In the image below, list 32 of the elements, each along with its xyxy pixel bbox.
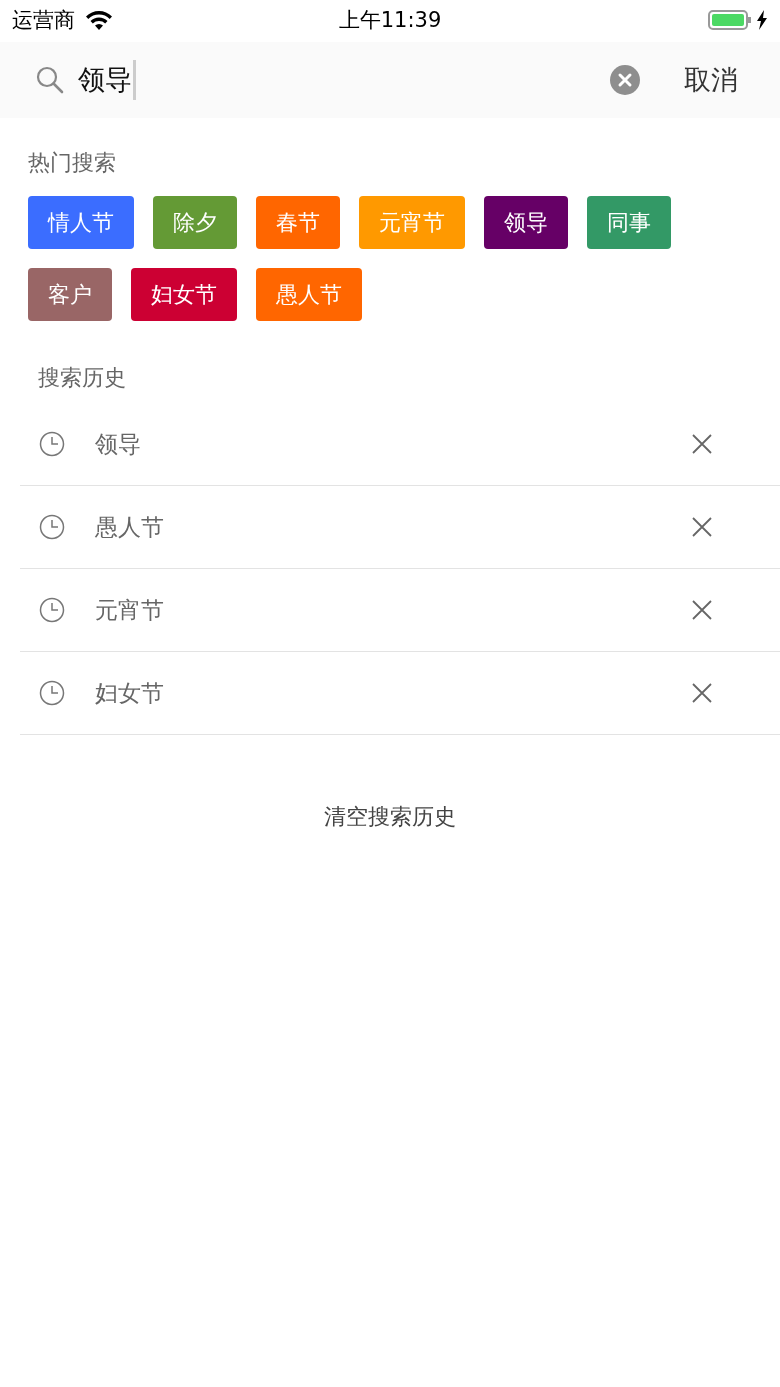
carrier-name: 运营商 — [12, 7, 75, 34]
clock-icon — [39, 431, 65, 457]
search-tag[interactable]: 同事 — [587, 196, 671, 249]
search-tag[interactable]: 春节 — [256, 196, 340, 249]
search-tag[interactable]: 妇女节 — [131, 268, 237, 321]
search-tag[interactable]: 情人节 — [28, 196, 134, 249]
section-title: 热门搜索 — [28, 149, 116, 177]
battery-icon — [708, 9, 752, 31]
search-tag[interactable]: 愚人节 — [256, 268, 362, 321]
close-icon[interactable] — [692, 434, 712, 454]
clock-icon — [39, 597, 65, 623]
search-tag[interactable]: 客户 — [28, 268, 112, 321]
wifi-icon — [85, 10, 113, 30]
close-icon[interactable] — [692, 683, 712, 703]
history-item[interactable]: 元宵节 — [95, 594, 692, 626]
history-item[interactable]: 妇女节 — [95, 677, 692, 709]
search-tag[interactable]: 领导 — [484, 196, 568, 249]
history-item[interactable]: 领导 — [95, 428, 692, 460]
clock-icon — [39, 514, 65, 540]
search-field[interactable]: 领导 — [36, 50, 640, 110]
close-icon[interactable] — [692, 600, 712, 620]
clock-icon — [39, 680, 65, 706]
history-item[interactable]: 愚人节 — [95, 511, 692, 543]
clear-history-button[interactable]: 清空搜索历史 — [318, 801, 462, 833]
close-icon[interactable] — [692, 517, 712, 537]
charging-icon — [756, 10, 768, 30]
search-tag[interactable]: 除夕 — [153, 196, 237, 249]
section-title: 搜索历史 — [38, 364, 126, 392]
status-time: 上午11:39 — [338, 8, 442, 32]
search-icon — [36, 66, 64, 94]
cancel-button[interactable]: 取消 — [640, 62, 756, 98]
clear-icon[interactable] — [610, 65, 640, 95]
